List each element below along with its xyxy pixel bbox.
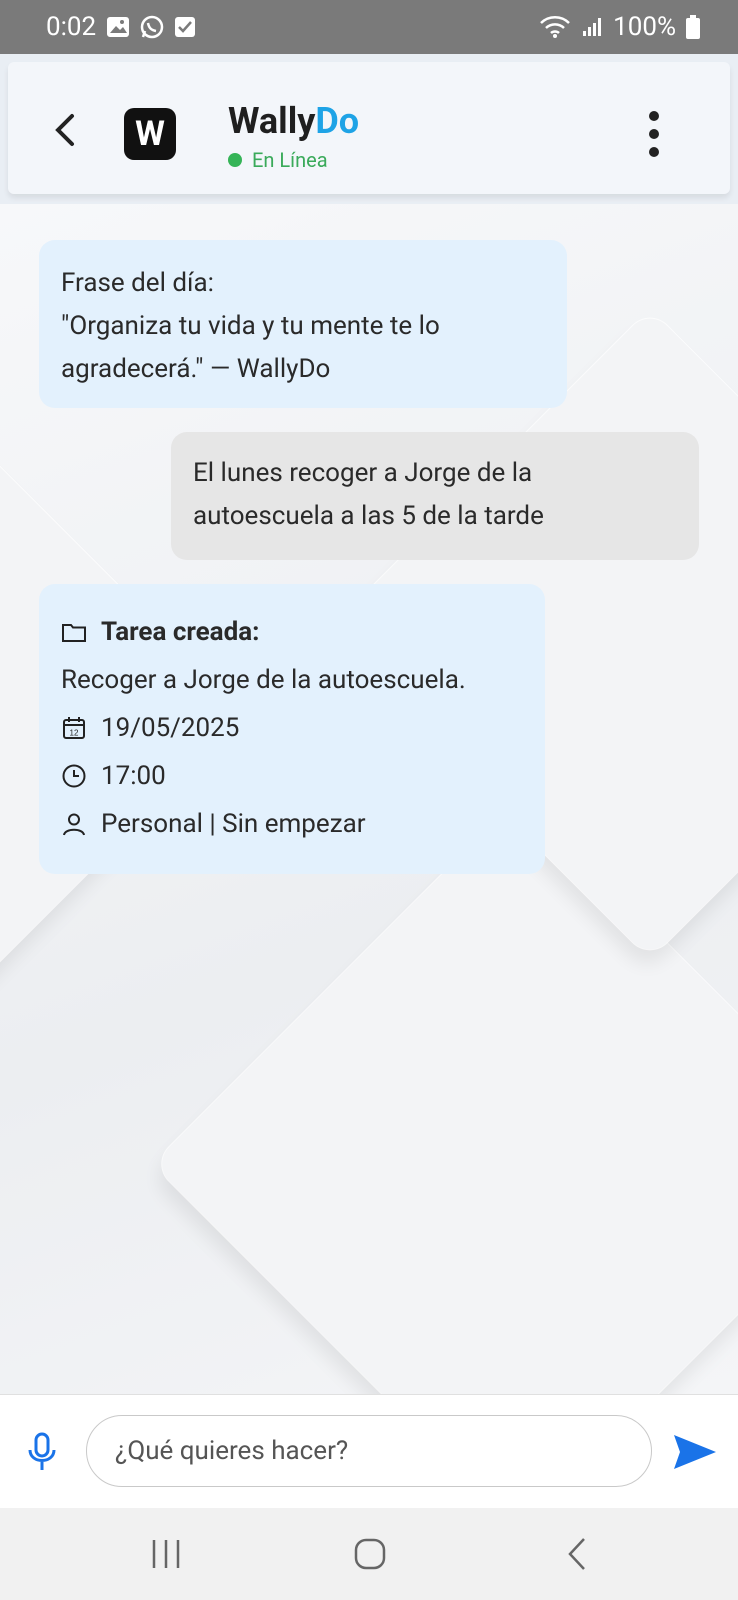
signal-icon — [581, 16, 603, 38]
person-icon — [61, 811, 87, 837]
task-desc-row: Recoger a Jorge de la autoescuela. — [61, 656, 523, 704]
task-description: Recoger a Jorge de la autoescuela. — [61, 664, 466, 695]
wifi-icon — [539, 15, 571, 39]
back-arrow-icon[interactable] — [48, 112, 84, 148]
online-status-text: En Línea — [252, 148, 328, 172]
message-input-bar: ¿Qué quieres hacer? — [0, 1394, 738, 1509]
task-time-row: 17:00 — [61, 752, 523, 800]
app-title-part2: Do — [315, 100, 360, 142]
message-input-placeholder: ¿Qué quieres hacer? — [115, 1436, 349, 1466]
task-meta-row: Personal | Sin empezar — [61, 800, 523, 848]
app-title-part1: Wally — [228, 100, 316, 142]
status-bar: 0:02 100% — [0, 0, 738, 54]
message-input[interactable]: ¿Qué quieres hacer? — [86, 1415, 652, 1487]
task-date: 19/05/2025 — [101, 712, 240, 743]
user-message-line: El lunes recoger a Jorge de la — [193, 458, 533, 488]
battery-percent: 100% — [613, 12, 676, 42]
more-vert-icon[interactable] — [644, 104, 664, 164]
nav-back-icon[interactable] — [566, 1536, 590, 1572]
task-header-row: Tarea creada: — [61, 608, 523, 656]
bot-message-task: Tarea creada: Recoger a Jorge de la auto… — [39, 584, 545, 874]
clock-icon — [61, 763, 87, 789]
send-icon[interactable] — [672, 1431, 718, 1473]
status-time: 0:02 — [46, 12, 97, 42]
gallery-icon — [106, 16, 130, 38]
app-logo: W — [124, 108, 176, 160]
user-message: El lunes recoger a Jorge de la autoescue… — [171, 432, 699, 560]
app-title: WallyDo — [228, 100, 359, 142]
folder-icon — [61, 619, 87, 645]
online-status: En Línea — [228, 148, 328, 172]
recent-apps-icon[interactable] — [150, 1536, 182, 1572]
system-nav-bar — [0, 1508, 738, 1600]
home-icon[interactable] — [354, 1536, 386, 1572]
online-dot-icon — [228, 153, 242, 167]
task-time: 17:00 — [101, 760, 166, 791]
chat-header: W WallyDo En Línea — [0, 54, 738, 204]
quote-title: Frase del día: — [61, 268, 214, 298]
svg-text:12: 12 — [70, 729, 79, 738]
task-date-row: 12 19/05/2025 — [61, 704, 523, 752]
quote-line: agradecerá." — WallyDo — [61, 354, 331, 384]
bot-message-quote: Frase del día: "Organiza tu vida y tu me… — [39, 240, 567, 408]
task-meta: Personal | Sin empezar — [101, 808, 366, 839]
battery-icon — [686, 15, 700, 39]
task-header: Tarea creada: — [101, 616, 260, 647]
user-message-line: autoescuela a las 5 de la tarde — [193, 501, 544, 531]
checkbox-icon — [174, 16, 196, 38]
mic-icon[interactable] — [26, 1432, 58, 1472]
calendar-icon: 12 — [61, 715, 87, 741]
whatsapp-icon — [140, 15, 164, 39]
chat-area[interactable]: Frase del día: "Organiza tu vida y tu me… — [0, 204, 738, 1394]
quote-line: "Organiza tu vida y tu mente te lo — [61, 311, 440, 341]
